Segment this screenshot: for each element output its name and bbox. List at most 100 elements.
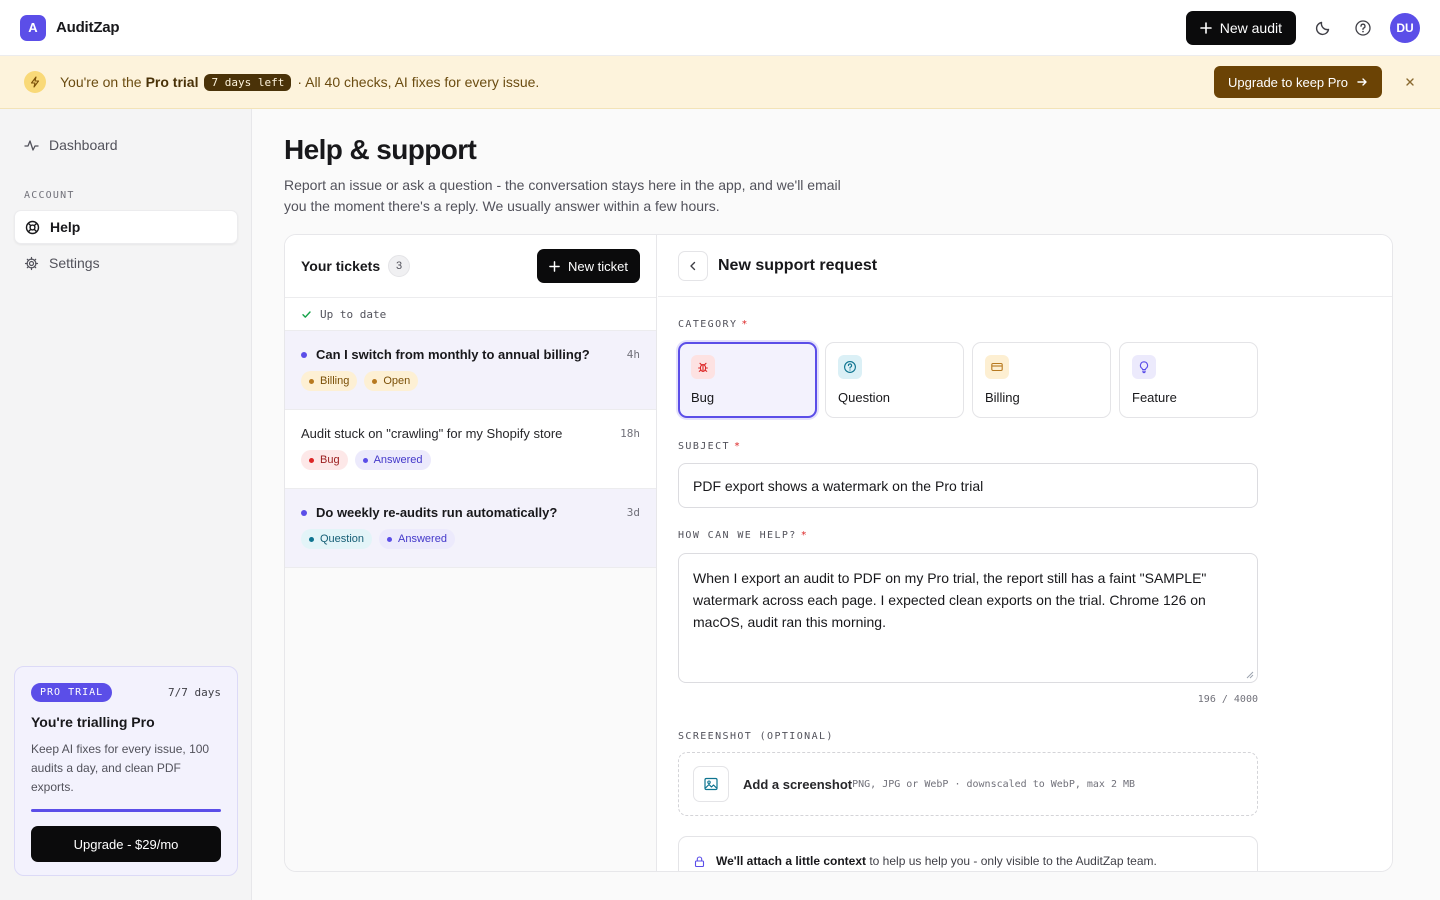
ticket-tag-label: Answered xyxy=(398,533,447,545)
subject-label: SUBJECT * xyxy=(678,441,741,452)
message-label: HOW CAN WE HELP? * xyxy=(678,530,808,541)
page-subtitle: Report an issue or ask a question - the … xyxy=(284,177,841,214)
category-label-text: CATEGORY xyxy=(678,319,738,330)
ticket-time: 3d xyxy=(626,506,640,519)
required-mark: * xyxy=(800,530,809,541)
upgrade-keep-pro-label: Upgrade to keep Pro xyxy=(1228,74,1348,90)
tag-dot-icon xyxy=(362,457,368,463)
lightbulb-icon xyxy=(1132,355,1156,379)
upload-title: Add a screenshot xyxy=(743,776,853,792)
new-audit-button[interactable]: New audit xyxy=(1185,10,1296,45)
help-circle-icon[interactable] xyxy=(1350,15,1376,41)
ticket-tag: Billing xyxy=(301,371,358,391)
message-label-text: HOW CAN WE HELP? xyxy=(678,530,797,541)
image-icon xyxy=(693,766,729,802)
banner-prefix: You're on the xyxy=(60,74,142,90)
chevron-left-icon xyxy=(690,261,696,270)
context-rest: to help us help you - only visible to th… xyxy=(869,854,1157,868)
tag-dot-icon xyxy=(387,536,393,542)
trial-banner: You're on the Pro trial 7 days left · Al… xyxy=(0,56,1440,109)
upgrade-keep-pro-button[interactable]: Upgrade to keep Pro xyxy=(1214,66,1382,98)
tickets-header: Your tickets 3 New ticket xyxy=(285,235,656,298)
category-option-bug[interactable]: Bug xyxy=(678,342,817,418)
user-avatar[interactable]: DU xyxy=(1390,12,1420,43)
trial-title: You're trialling Pro xyxy=(31,714,155,730)
sidebar-section-account: ACCOUNT xyxy=(24,190,75,201)
tickets-list-pane: Your tickets 3 New ticket Up to date Can… xyxy=(285,235,657,871)
ticket-row[interactable]: Do weekly re-audits run automatically? 3d… xyxy=(285,489,656,568)
sidebar: Dashboard ACCOUNT Help Settings PRO TRIA… xyxy=(0,109,252,900)
pro-trial-card: PRO TRIAL 7/7 days You're trialling Pro … xyxy=(14,666,238,876)
banner-plan: Pro trial xyxy=(145,74,199,90)
ticket-tag: Answered xyxy=(379,529,455,549)
ticket-time: 18h xyxy=(620,427,640,440)
message-text: When I export an audit to PDF on my Pro … xyxy=(693,570,1207,630)
plus-icon xyxy=(549,260,560,272)
required-mark: * xyxy=(733,441,742,452)
subject-input[interactable]: PDF export shows a watermark on the Pro … xyxy=(678,463,1258,508)
category-option-label: Feature xyxy=(1132,390,1177,405)
ticket-subject: Can I switch from monthly to annual bill… xyxy=(316,347,590,362)
ticket-tags: Bug Answered xyxy=(301,450,640,470)
category-label: CATEGORY * xyxy=(678,319,749,330)
tickets-title: Your tickets xyxy=(301,258,381,274)
category-option-label: Billing xyxy=(985,390,1020,405)
ticket-tag-label: Open xyxy=(383,375,411,387)
context-bold: We'll attach a little context xyxy=(716,854,866,868)
new-ticket-button[interactable]: New ticket xyxy=(537,249,640,283)
form-title: New support request xyxy=(718,256,878,274)
ticket-tag: Bug xyxy=(301,450,348,470)
moon-icon[interactable] xyxy=(1310,15,1336,41)
sidebar-item-help[interactable]: Help xyxy=(14,210,238,244)
bug-icon xyxy=(691,355,715,379)
ticket-subject: Audit stuck on "crawling" for my Shopify… xyxy=(301,426,563,441)
back-button[interactable] xyxy=(678,250,708,281)
tickets-count-badge: 3 xyxy=(388,255,411,277)
ticket-row[interactable]: Audit stuck on "crawling" for my Shopify… xyxy=(285,410,656,489)
ticket-header-row: Do weekly re-audits run automatically? 3d xyxy=(301,505,640,520)
sidebar-item-dashboard[interactable]: Dashboard xyxy=(14,128,238,162)
app-logo[interactable]: A xyxy=(20,14,46,41)
ticket-header-row: Audit stuck on "crawling" for my Shopify… xyxy=(301,426,640,441)
support-panel: Your tickets 3 New ticket Up to date Can… xyxy=(284,234,1393,872)
ticket-list: Can I switch from monthly to annual bill… xyxy=(285,331,656,568)
trial-description: Keep AI fixes for every issue, 100 audit… xyxy=(31,742,210,794)
tag-dot-icon xyxy=(309,457,314,463)
category-option-question[interactable]: Question xyxy=(825,342,964,418)
category-option-label: Question xyxy=(838,390,891,405)
sidebar-item-settings[interactable]: Settings xyxy=(14,246,238,280)
message-textarea[interactable]: When I export an audit to PDF on my Pro … xyxy=(678,553,1258,683)
category-option-feature[interactable]: Feature xyxy=(1119,342,1258,418)
gear-icon xyxy=(24,256,39,270)
screenshot-label: SCREENSHOT (OPTIONAL) xyxy=(678,731,834,742)
unread-dot-icon xyxy=(301,509,307,516)
ticket-tag-label: Billing xyxy=(320,375,350,387)
ticket-row[interactable]: Can I switch from monthly to annual bill… xyxy=(285,331,656,410)
unread-dot-icon xyxy=(301,351,307,358)
ticket-time: 4h xyxy=(626,348,640,361)
sync-status-text: Up to date xyxy=(320,307,387,321)
top-bar: A AuditZap New audit DU xyxy=(0,0,1440,56)
tag-dot-icon xyxy=(309,378,314,384)
category-option-billing[interactable]: Billing xyxy=(972,342,1111,418)
banner-suffix: · All 40 checks, AI fixes for every issu… xyxy=(297,74,540,90)
top-actions: New audit DU xyxy=(1185,10,1420,45)
close-icon[interactable] xyxy=(1404,76,1416,88)
ticket-tag-label: Answered xyxy=(373,454,423,466)
arrow-right-icon xyxy=(1357,78,1367,86)
ticket-tag-label: Question xyxy=(320,533,365,545)
context-text: We'll attach a little context to help us… xyxy=(716,854,1157,868)
pro-trial-badge: PRO TRIAL xyxy=(31,683,113,702)
upgrade-button[interactable]: Upgrade - $29/mo xyxy=(31,826,221,862)
resize-handle-icon[interactable] xyxy=(1246,671,1254,679)
category-option-label: Bug xyxy=(691,390,715,405)
bolt-icon xyxy=(24,71,46,93)
question-circle-icon xyxy=(838,355,862,379)
lifebuoy-icon xyxy=(25,220,40,234)
banner-message: You're on the Pro trial 7 days left · Al… xyxy=(60,73,540,91)
screenshot-dropzone[interactable]: Add a screenshot PNG, JPG or WebP · down… xyxy=(678,752,1258,816)
tag-dot-icon xyxy=(372,378,378,384)
ticket-tags: Billing Open xyxy=(301,371,640,391)
days-left-badge: 7 days left xyxy=(204,73,292,91)
new-ticket-label: New ticket xyxy=(568,258,628,274)
